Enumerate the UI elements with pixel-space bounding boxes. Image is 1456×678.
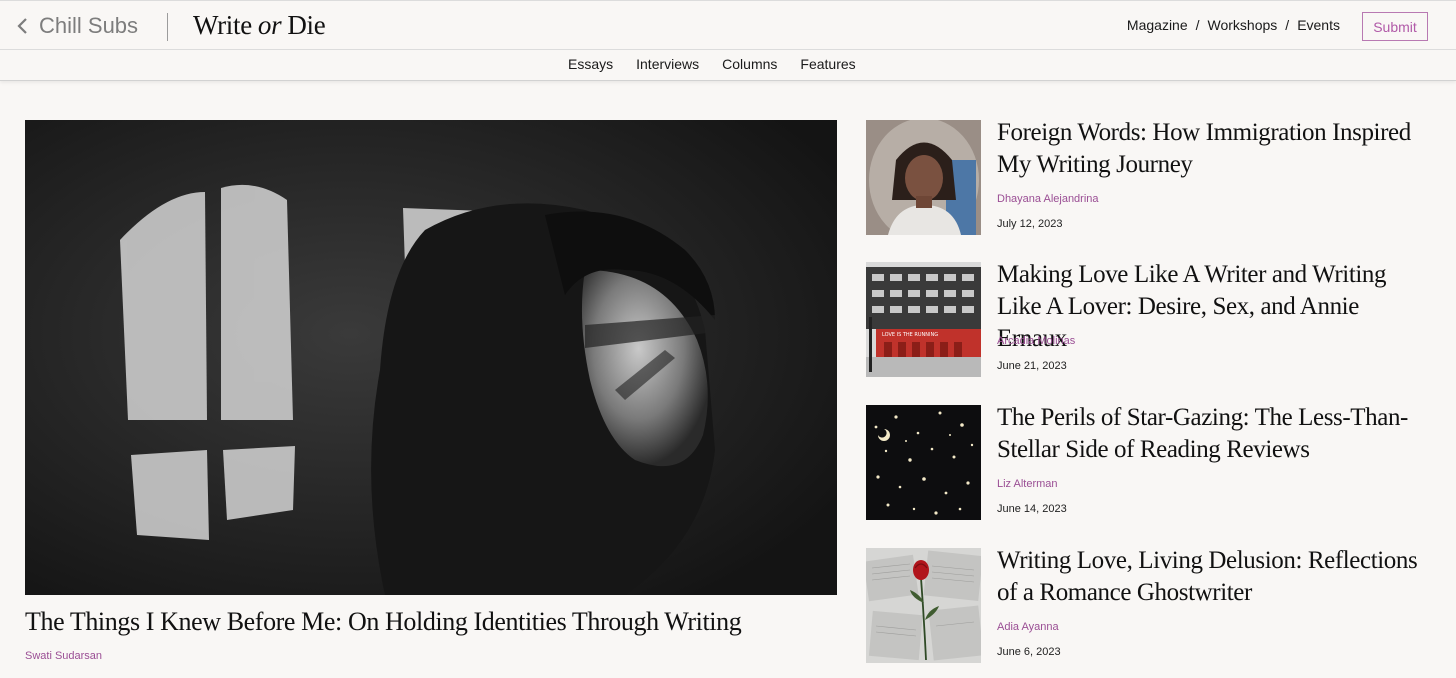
back-link-chill-subs[interactable]: Chill Subs [16, 13, 138, 39]
nav-events[interactable]: Events [1297, 17, 1340, 33]
tab-interviews[interactable]: Interviews [636, 56, 699, 72]
hero-photo [25, 120, 837, 595]
article-author[interactable]: Arcadia Molinas [997, 335, 1075, 347]
article-author[interactable]: Adia Ayanna [997, 621, 1059, 633]
article-date: June 6, 2023 [997, 646, 1061, 658]
hero-article-title[interactable]: The Things I Knew Before Me: On Holding … [25, 605, 845, 639]
article-date: July 12, 2023 [997, 218, 1063, 230]
tab-essays[interactable]: Essays [568, 56, 613, 72]
nav-separator: / [1195, 17, 1200, 33]
article-title[interactable]: Foreign Words: How Immigration Inspired … [997, 117, 1427, 181]
header-divider [167, 13, 168, 41]
article-card: Foreign Words: How Immigration Inspired … [866, 117, 1446, 236]
article-card: The Perils of Star-Gazing: The Less-Than… [866, 402, 1446, 521]
logo-word-die: Die [287, 10, 326, 40]
site-logo[interactable]: Write or Die [193, 10, 326, 41]
article-title[interactable]: Writing Love, Living Delusion: Reflectio… [997, 545, 1427, 609]
building-mural-image: LOVE IS THE RUNNING [866, 262, 981, 377]
article-thumbnail[interactable] [866, 548, 981, 663]
hero-image[interactable] [25, 120, 837, 595]
top-header: Chill Subs Write or Die Magazine / Works… [0, 0, 1456, 50]
article-date: June 14, 2023 [997, 503, 1067, 515]
article-author[interactable]: Dhayana Alejandrina [997, 193, 1099, 205]
article-card: LOVE IS THE RUNNING Making Love Like A W… [866, 261, 1446, 378]
article-date: June 21, 2023 [997, 360, 1067, 372]
back-link-label: Chill Subs [39, 13, 139, 38]
article-thumbnail[interactable] [866, 405, 981, 520]
category-nav: Essays Interviews Columns Features [0, 50, 1456, 81]
starry-sky-image [866, 405, 981, 520]
top-nav: Magazine / Workshops / Events [1127, 17, 1340, 33]
rose-pages-image [866, 548, 981, 663]
article-author[interactable]: Liz Alterman [997, 478, 1058, 490]
nav-magazine[interactable]: Magazine [1127, 17, 1188, 33]
article-thumbnail[interactable]: LOVE IS THE RUNNING [866, 262, 981, 377]
childhood-portrait-image [866, 120, 981, 235]
hero-article-author[interactable]: Swati Sudarsan [25, 650, 102, 662]
mural-text: LOVE IS THE RUNNING [882, 332, 938, 338]
article-card: Writing Love, Living Delusion: Reflectio… [866, 545, 1446, 664]
article-thumbnail[interactable] [866, 120, 981, 235]
chevron-left-icon [17, 18, 27, 34]
logo-word-write: Write [193, 10, 252, 40]
submit-button[interactable]: Submit [1362, 12, 1428, 41]
article-title[interactable]: The Perils of Star-Gazing: The Less-Than… [997, 402, 1427, 466]
logo-word-or: or [257, 10, 282, 40]
tab-columns[interactable]: Columns [722, 56, 777, 72]
nav-workshops[interactable]: Workshops [1208, 17, 1278, 33]
nav-separator: / [1285, 17, 1290, 33]
tab-features[interactable]: Features [800, 56, 855, 72]
